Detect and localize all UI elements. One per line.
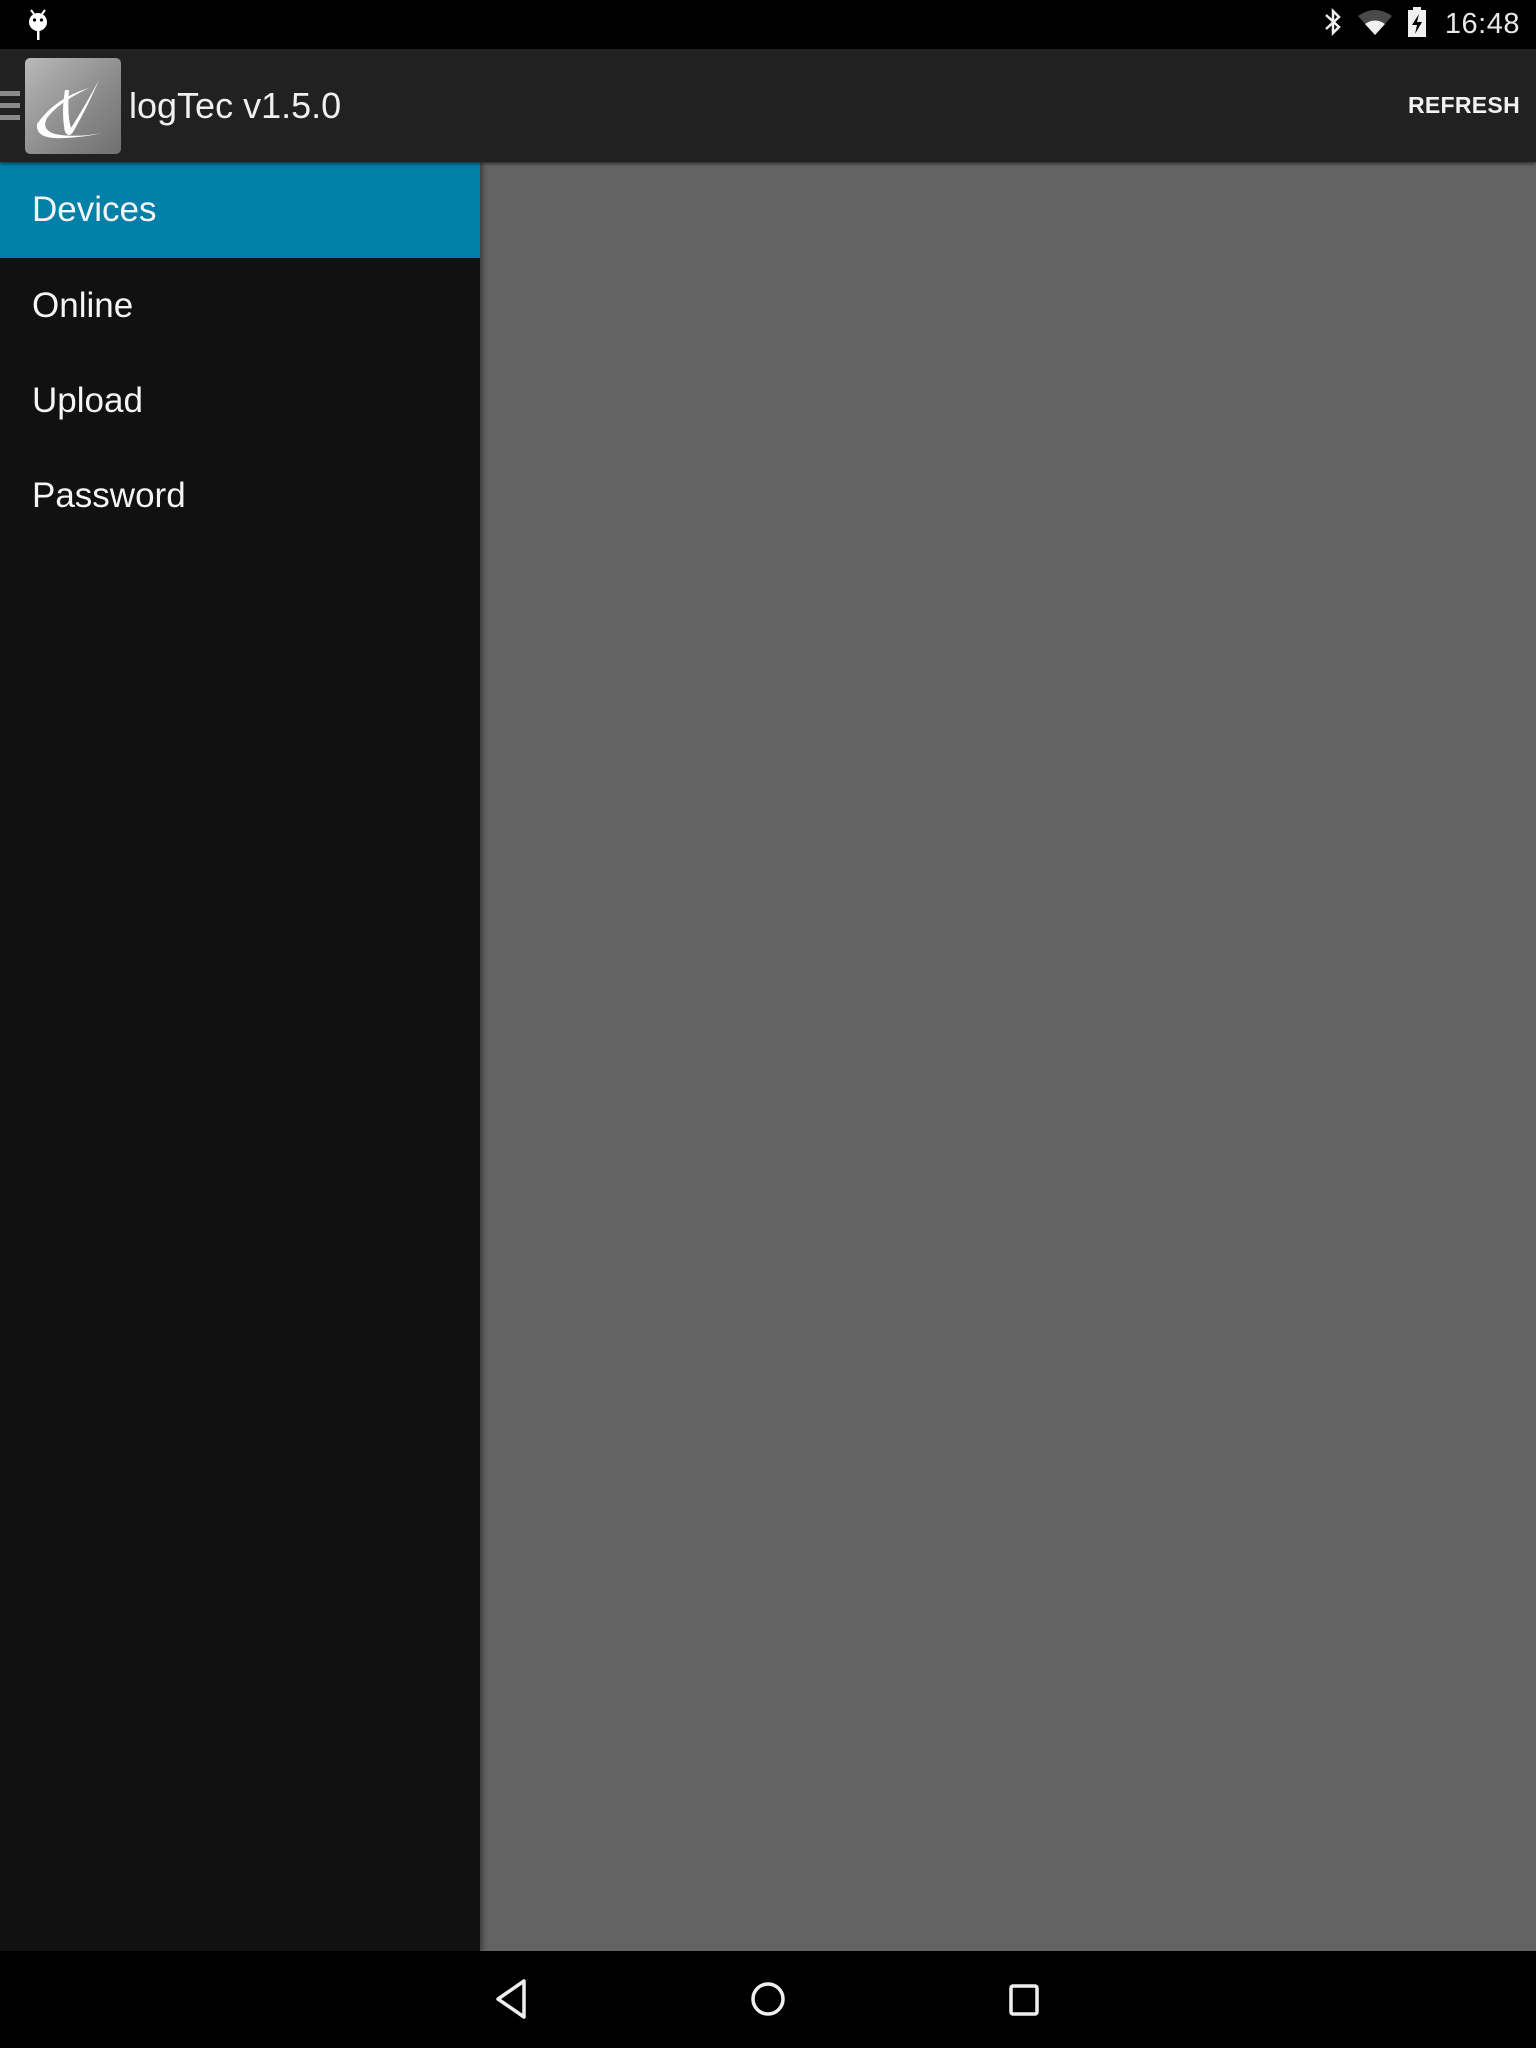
refresh-button[interactable]: REFRESH [1388,49,1520,162]
drawer-item-upload[interactable]: Upload [0,353,480,448]
wifi-icon [1357,8,1393,41]
recents-icon [1004,1979,1044,2024]
android-debug-icon [27,9,49,41]
system-nav-bar [0,1951,1536,2048]
bluetooth-icon [1323,7,1343,42]
home-button[interactable] [740,1973,796,2029]
drawer-item-online[interactable]: Online [0,258,480,353]
home-icon [748,1979,788,2024]
back-button[interactable] [484,1973,540,2029]
recents-button[interactable] [996,1973,1052,2029]
content-area[interactable] [480,162,1536,1951]
drawer-item-password[interactable]: Password [0,448,480,543]
status-bar: 16:48 [0,0,1536,49]
drawer-item-devices[interactable]: Devices [0,162,480,258]
status-icons: 16:48 [1323,0,1520,49]
action-bar: logTec v1.5.0 REFRESH [0,49,1536,162]
hamburger-icon[interactable] [0,91,20,121]
navigation-drawer: Devices Online Upload Password [0,162,480,1951]
app-title: logTec v1.5.0 [129,85,342,126]
logtec-logo-icon[interactable] [25,58,121,154]
battery-charging-icon [1407,6,1427,43]
status-time: 16:48 [1444,8,1520,40]
back-icon [492,1977,532,2026]
